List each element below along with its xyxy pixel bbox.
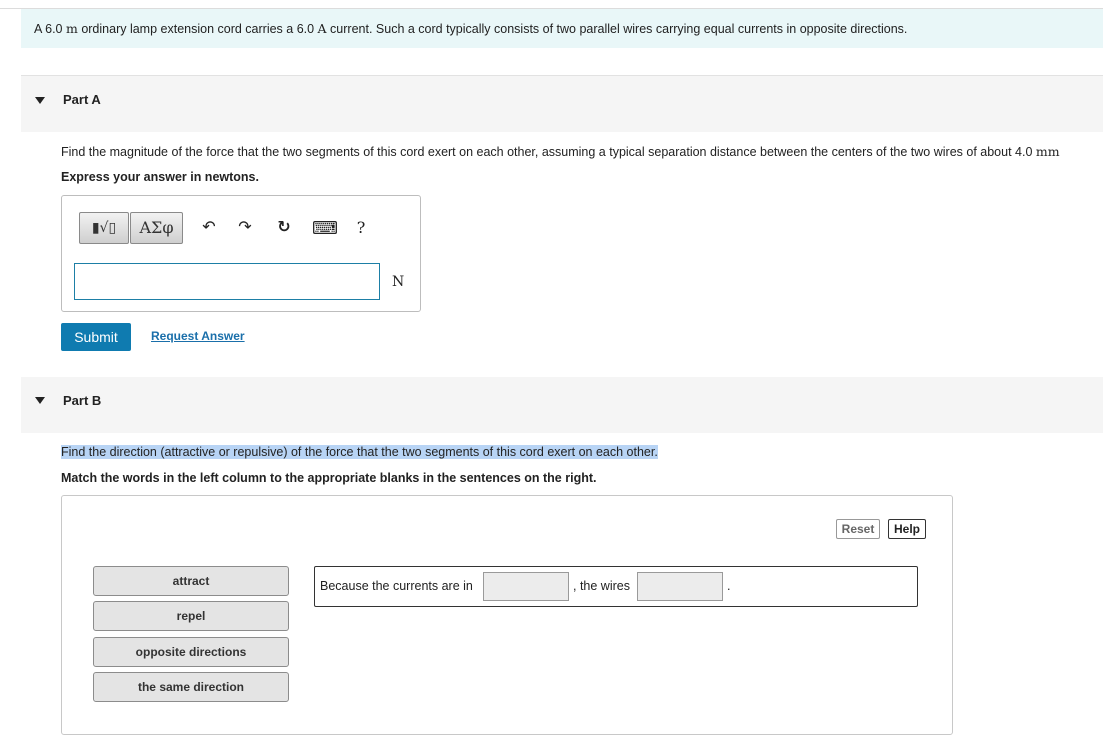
intro-text-pre: A 6.0 [34, 22, 66, 36]
templates-icon: ▮√▯ [91, 220, 117, 236]
undo-icon[interactable]: ↶ [199, 218, 219, 238]
keyboard-icon[interactable]: ⌨ [312, 218, 338, 238]
sentence-part-1: Because the currents are in [320, 579, 473, 593]
blank-1[interactable] [483, 572, 569, 601]
part-a-question-unit: mm [1035, 144, 1060, 159]
chip-opposite-directions[interactable]: opposite directions [93, 637, 289, 667]
part-b-question: Find the direction (attractive or repuls… [61, 445, 658, 459]
answer-input[interactable] [74, 263, 380, 300]
part-b-title: Part B [63, 393, 102, 408]
part-b-question-text: Find the direction (attractive or repuls… [61, 445, 658, 459]
reset-icon[interactable]: ↻ [274, 218, 294, 238]
sentence-part-2: , the wires [573, 579, 630, 593]
sentence-box: Because the currents are in , the wires … [314, 566, 918, 607]
blank-2[interactable] [637, 572, 723, 601]
submit-button[interactable]: Submit [61, 323, 131, 351]
collapse-triangle-icon[interactable] [35, 97, 45, 104]
part-a-instruction: Express your answer in newtons. [61, 170, 259, 184]
symbols-icon: ΑΣφ [139, 218, 174, 237]
problem-intro: A 6.0 m ordinary lamp extension cord car… [21, 9, 1103, 48]
intro-text-mid: ordinary lamp extension cord carries a 6… [77, 22, 318, 36]
part-b-instruction: Match the words in the left column to th… [61, 471, 597, 485]
symbols-button[interactable]: ΑΣφ [130, 212, 183, 244]
chip-same-direction[interactable]: the same direction [93, 672, 289, 702]
help-icon[interactable]: ? [351, 218, 371, 238]
answer-unit: N [392, 274, 405, 290]
intro-unit-a: A [317, 21, 327, 36]
intro-text-post: current. Such a cord typically consists … [326, 22, 908, 36]
chip-repel[interactable]: repel [93, 601, 289, 631]
answer-input-panel: ▮√▯ ΑΣφ ↶ ↷ ↻ ⌨ ? N [61, 195, 421, 312]
matching-panel: Reset Help attract repel opposite direct… [61, 495, 953, 735]
chip-attract[interactable]: attract [93, 566, 289, 596]
request-answer-link[interactable]: Request Answer [151, 329, 245, 343]
part-a-title: Part A [63, 92, 101, 107]
part-a-header[interactable]: Part A [21, 75, 1103, 132]
part-b-header[interactable]: Part B [21, 377, 1103, 433]
collapse-triangle-icon[interactable] [35, 397, 45, 404]
sentence-part-3: . [727, 579, 731, 593]
reset-button[interactable]: Reset [836, 519, 880, 539]
redo-icon[interactable]: ↷ [235, 218, 255, 238]
part-a-question: Find the magnitude of the force that the… [61, 144, 1060, 159]
templates-button[interactable]: ▮√▯ [79, 212, 129, 244]
part-a-question-text: Find the magnitude of the force that the… [61, 145, 1036, 159]
help-button[interactable]: Help [888, 519, 926, 539]
intro-unit-m: m [65, 21, 78, 36]
